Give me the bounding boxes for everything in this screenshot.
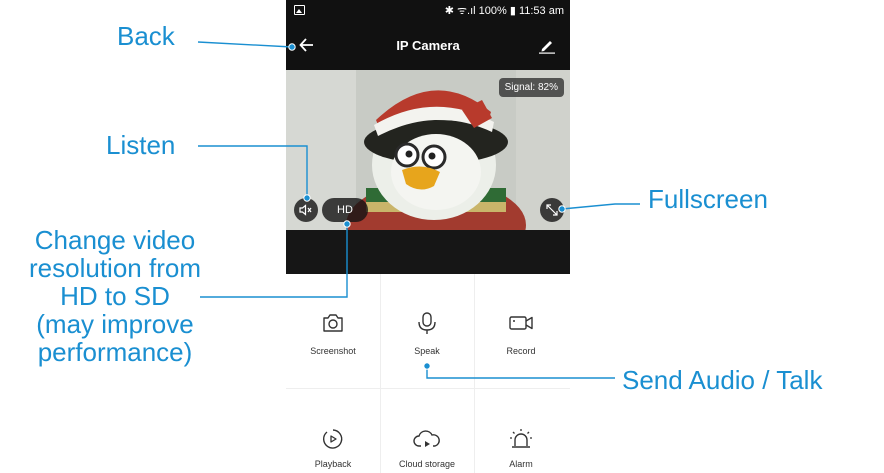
resolution-annotation-line: performance) bbox=[37, 337, 193, 367]
back-callout-line bbox=[197, 41, 293, 48]
listen-callout-dot bbox=[303, 194, 311, 202]
resolution-annotation: Change video resolution from HD to SD (m… bbox=[0, 226, 230, 366]
listen-annotation: Listen bbox=[106, 130, 176, 160]
resolution-annotation-line: Change video bbox=[34, 225, 196, 255]
fullscreen-annotation: Fullscreen bbox=[648, 184, 768, 214]
fullscreen-callout-dot bbox=[558, 205, 566, 213]
fullscreen-callout-line bbox=[561, 203, 640, 210]
back-callout-dot bbox=[288, 43, 296, 51]
resolution-annotation-line: HD to SD bbox=[60, 281, 170, 311]
listen-callout-line bbox=[198, 145, 308, 198]
speak-callout-line bbox=[426, 366, 615, 379]
speak-annotation: Send Audio / Talk bbox=[622, 365, 823, 395]
resolution-callout-dot bbox=[343, 220, 351, 228]
speak-callout-dot bbox=[423, 362, 431, 370]
resolution-annotation-line: resolution from bbox=[29, 253, 201, 283]
resolution-annotation-line: (may improve bbox=[36, 309, 194, 339]
back-annotation: Back bbox=[117, 21, 175, 51]
